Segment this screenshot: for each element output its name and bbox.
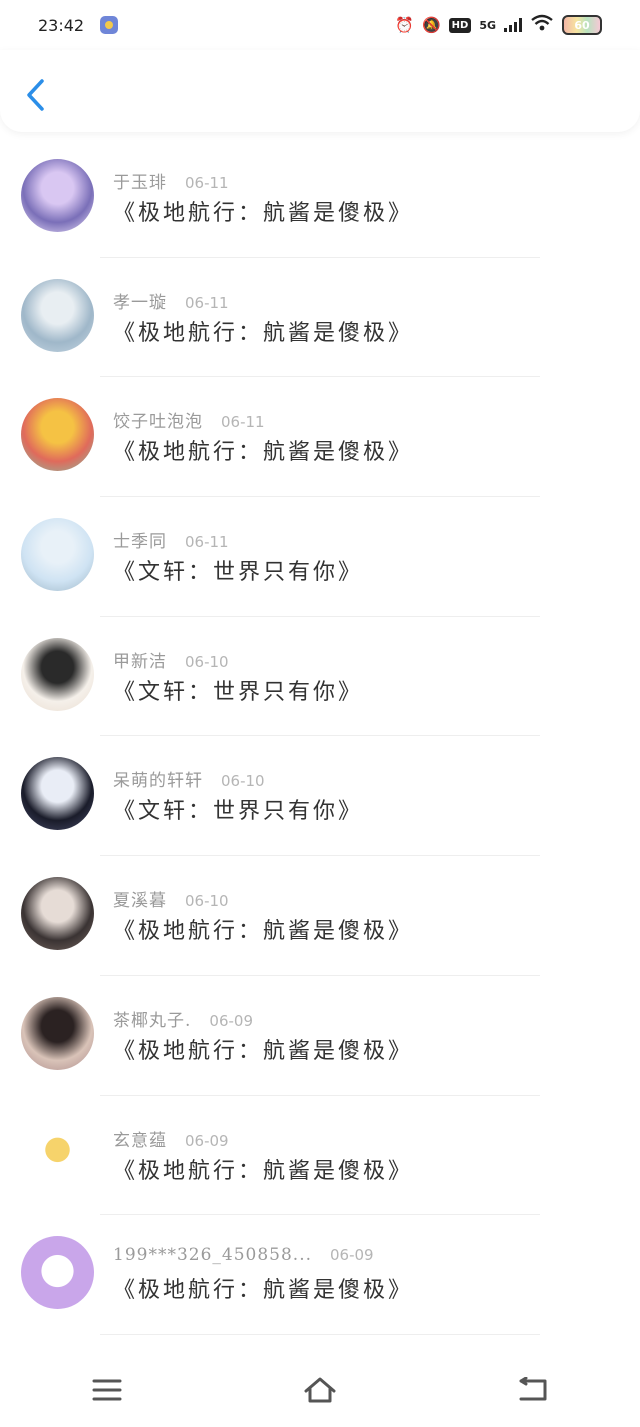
list-item[interactable]: 甲新洁 06-10 《文轩：世界只有你》 bbox=[0, 617, 640, 737]
item-date: 06-10 bbox=[185, 892, 229, 911]
list-item[interactable]: 199***326_450858... 06-09 《极地航行：航酱是傻极》 bbox=[0, 1215, 640, 1335]
hd-badge: HD bbox=[448, 17, 472, 33]
item-date: 06-09 bbox=[185, 1131, 229, 1150]
item-title[interactable]: 《文轩：世界只有你》 bbox=[113, 793, 363, 825]
comment-list: 于玉琲 06-11 《极地航行：航酱是傻极》 孝一璇 06-11 《极地航行：航酱是傻极》… bbox=[0, 138, 640, 1335]
item-meta: 甲新洁 06-10 bbox=[113, 647, 229, 672]
list-item[interactable]: 玄意蕴 06-09 《极地航行：航酱是傻极》 bbox=[0, 1096, 640, 1216]
list-item[interactable]: 士季同 06-11 《文轩：世界只有你》 bbox=[0, 497, 640, 617]
chevron-left-icon bbox=[27, 79, 44, 111]
alarm-icon: ⏰ bbox=[395, 16, 414, 34]
list-item[interactable]: 孝一璇 06-11 《极地航行：航酱是傻极》 bbox=[0, 258, 640, 378]
item-meta: 茶椰丸子. 06-09 bbox=[113, 1006, 253, 1031]
user-name[interactable]: 饺子吐泡泡 bbox=[113, 407, 203, 432]
item-meta: 玄意蕴 06-09 bbox=[113, 1126, 229, 1151]
item-date: 06-09 bbox=[330, 1246, 374, 1265]
avatar[interactable] bbox=[21, 757, 94, 831]
user-name[interactable]: 玄意蕴 bbox=[113, 1126, 167, 1151]
avatar[interactable] bbox=[21, 398, 94, 472]
item-meta: 孝一璇 06-11 bbox=[113, 288, 229, 313]
battery-icon: 60 bbox=[562, 15, 602, 35]
return-icon bbox=[519, 1376, 547, 1400]
item-date: 06-11 bbox=[221, 413, 265, 432]
item-meta: 199***326_450858... 06-09 bbox=[113, 1245, 374, 1265]
avatar[interactable] bbox=[21, 278, 94, 352]
battery-level: 60 bbox=[574, 18, 590, 32]
network-label: 5G bbox=[479, 18, 496, 32]
avatar[interactable] bbox=[21, 518, 94, 592]
menu-button[interactable] bbox=[77, 1365, 137, 1415]
avatar[interactable] bbox=[21, 159, 94, 232]
avatar[interactable] bbox=[21, 1116, 94, 1190]
user-name[interactable]: 呆萌的轩轩 bbox=[113, 766, 203, 791]
home-icon bbox=[304, 1377, 336, 1402]
avatar[interactable] bbox=[21, 637, 94, 711]
top-header bbox=[0, 50, 640, 132]
status-bar: 23:42 ⏰ 🔕 HD 5G 60 bbox=[0, 0, 640, 50]
item-title[interactable]: 《极地航行：航酱是傻极》 bbox=[113, 315, 413, 347]
home-button[interactable] bbox=[290, 1365, 350, 1415]
back-button[interactable] bbox=[22, 78, 52, 112]
list-item[interactable]: 夏溪暮 06-10 《极地航行：航酱是傻极》 bbox=[0, 856, 640, 976]
item-meta: 呆萌的轩轩 06-10 bbox=[113, 766, 265, 791]
user-name[interactable]: 茶椰丸子. bbox=[113, 1006, 191, 1031]
menu-icon bbox=[92, 1379, 122, 1400]
app-notification-icon bbox=[100, 16, 119, 34]
list-item[interactable]: 于玉琲 06-11 《极地航行：航酱是傻极》 bbox=[0, 138, 640, 258]
item-meta: 士季同 06-11 bbox=[113, 527, 229, 552]
list-item[interactable]: 茶椰丸子. 06-09 《极地航行：航酱是傻极》 bbox=[0, 976, 640, 1096]
item-title[interactable]: 《极地航行：航酱是傻极》 bbox=[113, 1272, 413, 1304]
item-title[interactable]: 《极地航行：航酱是傻极》 bbox=[113, 434, 413, 466]
item-meta: 夏溪暮 06-10 bbox=[113, 886, 229, 911]
item-date: 06-11 bbox=[185, 293, 229, 312]
user-name[interactable]: 199***326_450858... bbox=[113, 1245, 312, 1265]
item-title[interactable]: 《文轩：世界只有你》 bbox=[113, 674, 363, 706]
signal-icon bbox=[504, 18, 522, 32]
back-nav-button[interactable] bbox=[503, 1365, 563, 1415]
item-date: 06-10 bbox=[221, 772, 265, 791]
item-date: 06-10 bbox=[185, 652, 229, 671]
wifi-icon bbox=[530, 14, 554, 36]
system-nav-bar bbox=[0, 1352, 640, 1427]
item-title[interactable]: 《极地航行：航酱是傻极》 bbox=[113, 913, 413, 945]
item-title[interactable]: 《极地航行：航酱是傻极》 bbox=[113, 1033, 413, 1065]
status-time: 23:42 bbox=[38, 15, 85, 35]
avatar[interactable] bbox=[21, 996, 94, 1070]
user-name[interactable]: 孝一璇 bbox=[113, 288, 167, 313]
user-name[interactable]: 士季同 bbox=[113, 527, 167, 552]
mute-icon: 🔕 bbox=[421, 16, 441, 34]
user-name[interactable]: 夏溪暮 bbox=[113, 886, 167, 911]
user-name[interactable]: 甲新洁 bbox=[113, 647, 167, 672]
list-item[interactable]: 饺子吐泡泡 06-11 《极地航行：航酱是傻极》 bbox=[0, 377, 640, 498]
item-date: 06-09 bbox=[209, 1011, 253, 1030]
item-title[interactable]: 《极地航行：航酱是傻极》 bbox=[113, 1153, 413, 1185]
divider bbox=[100, 1333, 540, 1335]
item-meta: 于玉琲 06-11 bbox=[113, 168, 229, 193]
avatar[interactable] bbox=[21, 877, 94, 951]
user-name[interactable]: 于玉琲 bbox=[113, 168, 167, 193]
item-date: 06-11 bbox=[185, 533, 229, 552]
item-title[interactable]: 《极地航行：航酱是傻极》 bbox=[113, 195, 413, 227]
item-meta: 饺子吐泡泡 06-11 bbox=[113, 407, 265, 432]
item-date: 06-11 bbox=[185, 174, 229, 192]
item-title[interactable]: 《文轩：世界只有你》 bbox=[113, 554, 363, 586]
list-item[interactable]: 呆萌的轩轩 06-10 《文轩：世界只有你》 bbox=[0, 736, 640, 857]
avatar[interactable] bbox=[21, 1236, 94, 1310]
